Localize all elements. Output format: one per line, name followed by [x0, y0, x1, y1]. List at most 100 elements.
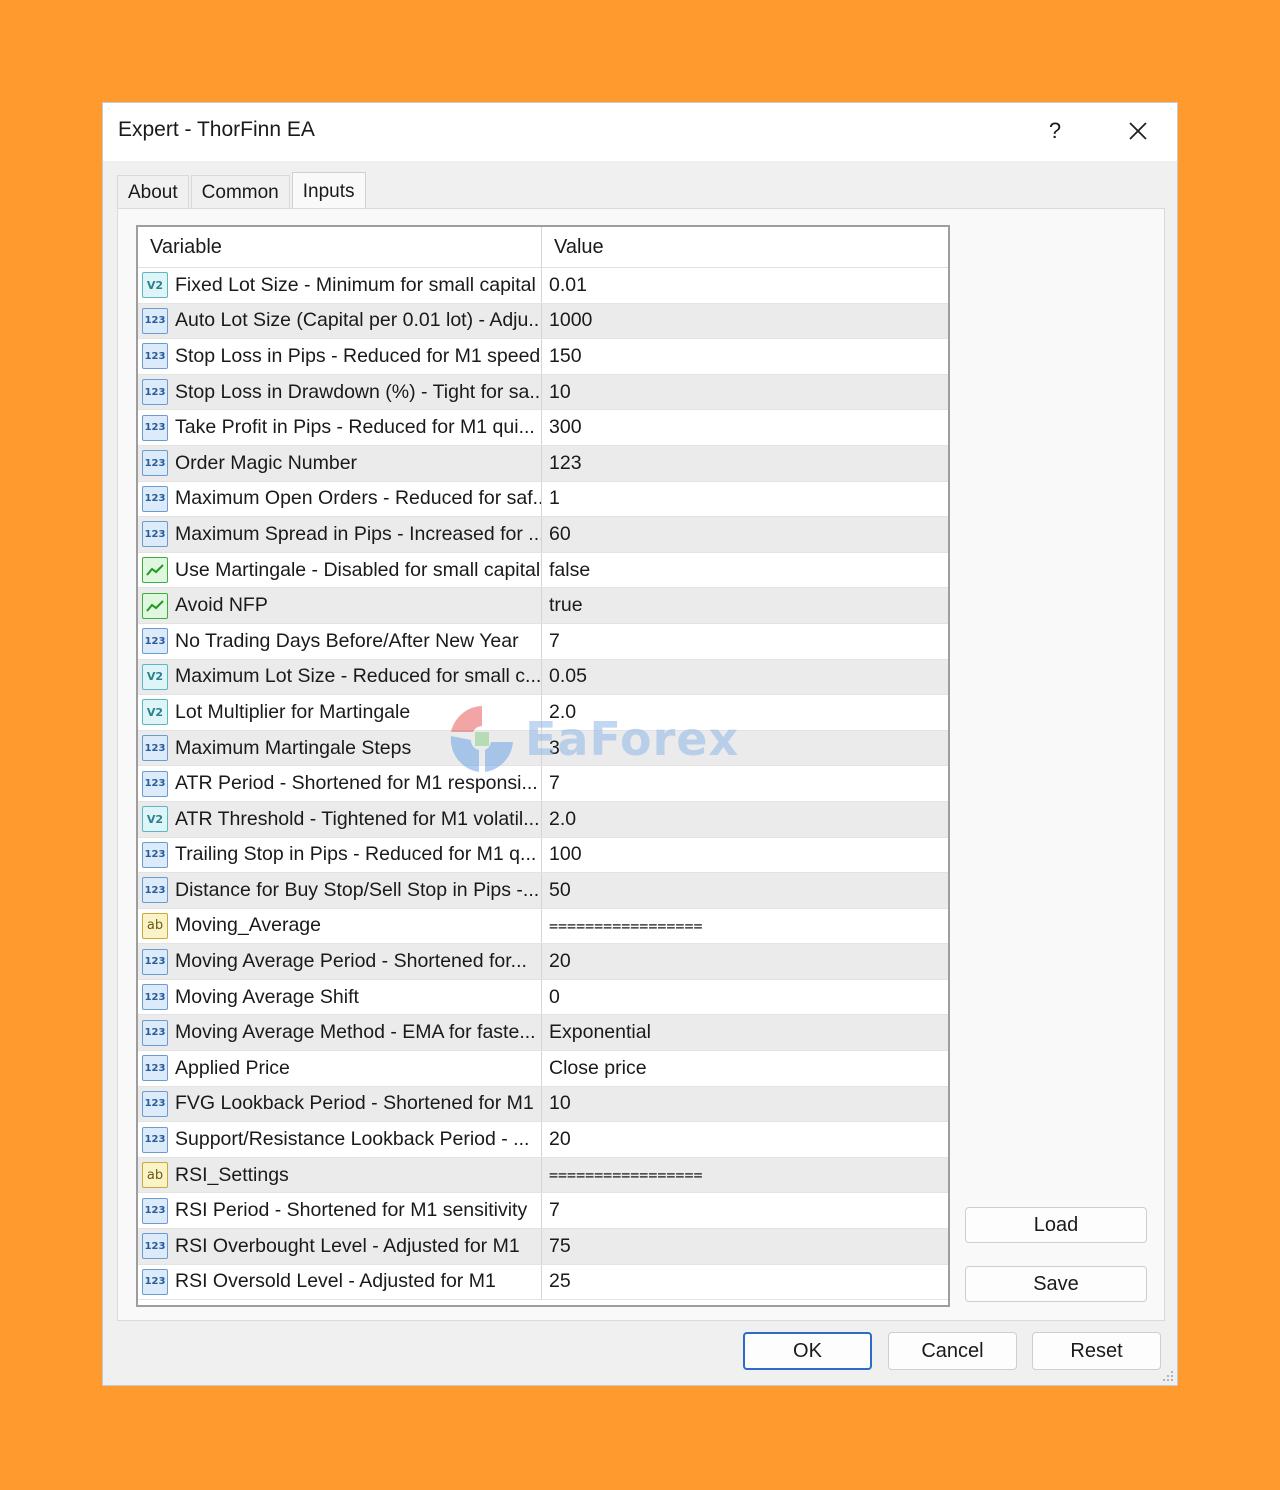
integer-type-icon: 123 — [142, 343, 168, 370]
table-row[interactable]: 123 RSI Period - Shortened for M1 sensiti… — [138, 1193, 948, 1230]
value-cell[interactable]: ================= — [542, 1158, 948, 1193]
help-button[interactable]: ? — [1033, 111, 1077, 151]
value-cell[interactable]: 10 — [542, 1087, 948, 1122]
table-row[interactable]: 123 RSI Overbought Level - Adjusted for M… — [138, 1229, 948, 1265]
variable-name: Applied Price — [175, 1056, 290, 1079]
reset-button[interactable]: Reset — [1032, 1332, 1161, 1370]
integer-type-icon: 123 — [142, 414, 168, 441]
table-row[interactable]: V2 ATR Threshold - Tightened for M1 volat… — [138, 801, 948, 838]
value-cell[interactable]: true — [542, 588, 948, 623]
value-cell[interactable]: ================= — [542, 909, 948, 944]
variable-cell: 123 RSI Overbought Level - Adjusted for M… — [138, 1229, 542, 1264]
double-type-icon: V2 — [142, 272, 168, 299]
value-cell[interactable]: 7 — [542, 624, 948, 659]
value-cell[interactable]: 60 — [542, 517, 948, 552]
variable-name: ATR Threshold - Tightened for M1 volatil… — [175, 807, 540, 830]
tab-about[interactable]: About — [117, 175, 189, 209]
table-row[interactable]: Use Martingale - Disabled for small capi… — [138, 552, 948, 589]
value-cell[interactable]: 2.0 — [542, 695, 948, 730]
table-row[interactable]: 123 ATR Period - Shortened for M1 respons… — [138, 766, 948, 802]
boolean-type-icon — [142, 557, 168, 584]
value-cell[interactable]: 2.0 — [542, 802, 948, 837]
table-row[interactable]: 123 Stop Loss in Drawdown (%) - Tight for… — [138, 374, 948, 411]
table-row[interactable]: ab RSI_Settings ================= — [138, 1157, 948, 1194]
variable-name: Moving Average Method - EMA for faste... — [175, 1021, 536, 1044]
value-cell[interactable]: 25 — [542, 1265, 948, 1300]
integer-type-icon: 123 — [142, 379, 168, 406]
table-row[interactable]: 123 Trailing Stop in Pips - Reduced for M… — [138, 837, 948, 874]
table-row[interactable]: V2 Lot Multiplier for Martingale 2.0 — [138, 695, 948, 731]
table-row[interactable]: 123 Auto Lot Size (Capital per 0.01 lot) … — [138, 303, 948, 340]
value-cell[interactable]: Close price — [542, 1051, 948, 1086]
value-cell[interactable]: 3 — [542, 731, 948, 766]
table-row[interactable]: 123 Maximum Martingale Steps 3 — [138, 730, 948, 767]
table-row[interactable]: 123 FVG Lookback Period - Shortened for M… — [138, 1086, 948, 1123]
variable-name: Take Profit in Pips - Reduced for M1 qui… — [175, 416, 535, 439]
value-cell[interactable]: 0 — [542, 980, 948, 1015]
value-cell[interactable]: 7 — [542, 766, 948, 801]
variable-name: Maximum Open Orders - Reduced for saf... — [175, 487, 542, 510]
variable-name: Stop Loss in Drawdown (%) - Tight for sa… — [175, 380, 542, 403]
value-cell[interactable]: 10 — [542, 375, 948, 410]
table-row[interactable]: 123 Moving Average Method - EMA for faste… — [138, 1015, 948, 1052]
value-cell[interactable]: 100 — [542, 838, 948, 873]
close-icon — [1129, 122, 1147, 140]
table-row[interactable]: Avoid NFP true — [138, 588, 948, 624]
table-row[interactable]: 123 Stop Loss in Pips - Reduced for M1 sp… — [138, 339, 948, 375]
value-cell[interactable]: 1 — [542, 482, 948, 517]
table-row[interactable]: V2 Maximum Lot Size - Reduced for small c… — [138, 659, 948, 696]
value-cell[interactable]: false — [542, 553, 948, 588]
save-button[interactable]: Save — [965, 1266, 1147, 1302]
variable-name: RSI Overbought Level - Adjusted for M1 — [175, 1234, 520, 1257]
table-row[interactable]: 123 Support/Resistance Lookback Period - … — [138, 1122, 948, 1158]
table-row[interactable]: 123 Moving Average Shift 0 — [138, 979, 948, 1016]
variable-cell: V2 Lot Multiplier for Martingale — [138, 695, 542, 730]
table-row[interactable]: ab Moving_Average ================= — [138, 908, 948, 945]
table-row[interactable]: 123 Maximum Spread in Pips - Increased fo… — [138, 517, 948, 553]
table-row[interactable]: 123 No Trading Days Before/After New Year… — [138, 623, 948, 660]
tab-inputs[interactable]: Inputs — [291, 172, 366, 210]
resize-grip-icon[interactable] — [1162, 1370, 1174, 1382]
table-row[interactable]: 123 Order Magic Number 123 — [138, 445, 948, 482]
column-header-value[interactable]: Value — [542, 227, 948, 267]
integer-type-icon: 123 — [142, 841, 168, 868]
column-header-variable[interactable]: Variable — [138, 227, 542, 267]
variable-name: Fixed Lot Size - Minimum for small capit… — [175, 273, 536, 296]
integer-type-icon: 123 — [142, 735, 168, 762]
value-cell[interactable]: 7 — [542, 1193, 948, 1228]
table-row[interactable]: V2 Fixed Lot Size - Minimum for small cap… — [138, 268, 948, 304]
table-row[interactable]: 123 Applied Price Close price — [138, 1051, 948, 1087]
value-cell[interactable]: 123 — [542, 446, 948, 481]
integer-type-icon: 123 — [142, 1019, 168, 1046]
value-cell[interactable]: Exponential — [542, 1015, 948, 1050]
table-row[interactable]: 123 Take Profit in Pips - Reduced for M1 … — [138, 410, 948, 446]
value-cell[interactable]: 75 — [542, 1229, 948, 1264]
ok-button[interactable]: OK — [743, 1332, 872, 1370]
value-cell[interactable]: 50 — [542, 873, 948, 908]
variable-cell: 123 Support/Resistance Lookback Period - … — [138, 1122, 542, 1157]
integer-type-icon: 123 — [142, 984, 168, 1011]
variable-cell: 123 Order Magic Number — [138, 445, 542, 481]
variable-name: Maximum Martingale Steps — [175, 736, 412, 759]
value-cell[interactable]: 20 — [542, 944, 948, 979]
value-cell[interactable]: 20 — [542, 1122, 948, 1157]
value-cell[interactable]: 150 — [542, 339, 948, 374]
double-type-icon: V2 — [142, 663, 168, 690]
value-cell[interactable]: 300 — [542, 410, 948, 445]
variable-cell: ab RSI_Settings — [138, 1157, 542, 1193]
variable-name: Moving_Average — [175, 914, 321, 937]
table-row[interactable]: 123 RSI Oversold Level - Adjusted for M1 2… — [138, 1264, 948, 1301]
value-cell[interactable]: 1000 — [542, 304, 948, 339]
table-row[interactable]: 123 Moving Average Period - Shortened for… — [138, 944, 948, 980]
value-cell[interactable]: 0.01 — [542, 268, 948, 303]
cancel-button[interactable]: Cancel — [888, 1332, 1017, 1370]
tab-common[interactable]: Common — [190, 175, 290, 209]
inputs-panel: Variable Value V2 Fixed Lot Size - Minimu… — [117, 208, 1165, 1321]
table-row[interactable]: 123 Distance for Buy Stop/Sell Stop in Pi… — [138, 873, 948, 909]
inputs-grid[interactable]: Variable Value V2 Fixed Lot Size - Minimu… — [136, 225, 950, 1307]
value-cell[interactable]: 0.05 — [542, 660, 948, 695]
table-row[interactable]: 123 Maximum Open Orders - Reduced for saf… — [138, 481, 948, 518]
close-button[interactable] — [1113, 111, 1163, 151]
load-button-face[interactable]: Load — [965, 1207, 1147, 1243]
integer-type-icon: 123 — [142, 485, 168, 512]
